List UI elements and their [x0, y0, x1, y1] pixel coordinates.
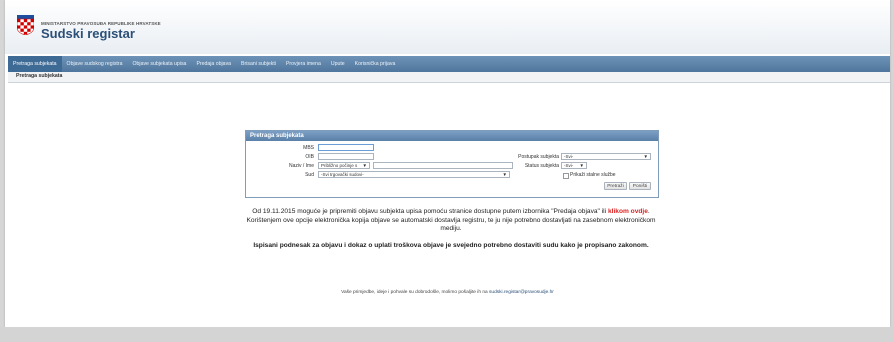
footer-text: Vaše primjedbe, ideje i pohvale su dobro…: [341, 290, 490, 295]
chevron-down-icon: ▼: [502, 172, 507, 177]
notice-text: Od 19.11.2015 moguće je pripremiti objav…: [235, 208, 667, 234]
show-branches-label: Prikaži stalne službe: [570, 172, 616, 178]
oib-label: OIB: [305, 154, 314, 160]
chevron-down-icon: ▼: [643, 154, 648, 159]
mbs-input[interactable]: [318, 144, 374, 151]
page: MINISTARSTVO PRAVOSUĐA REPUBLIKE HRVATSK…: [5, 0, 890, 327]
nav-item-predaja-objava[interactable]: Predaja objava: [191, 56, 236, 72]
nav-item-brisani-subjekti[interactable]: Brisani subjekti: [236, 56, 281, 72]
status-label: Status subjekta: [524, 163, 559, 169]
postupak-select[interactable]: -Svi- ▼: [561, 153, 651, 160]
naziv-mode-select[interactable]: Približno počinje s ▼: [318, 162, 370, 169]
nav-item-korisnicka-prijava[interactable]: Korisnička prijava: [350, 56, 401, 72]
status-value: -Svi-: [564, 163, 574, 168]
sud-select[interactable]: -Svi trgovački sudovi- ▼: [318, 171, 510, 178]
status-select[interactable]: -Svi- ▼: [561, 162, 587, 169]
naziv-label: Naziv / Ime: [288, 163, 314, 169]
croatian-coat-of-arms-icon: [17, 15, 34, 35]
header: MINISTARSTVO PRAVOSUĐA REPUBLIKE HRVATSK…: [5, 0, 890, 54]
nav-item-upute[interactable]: Upute: [326, 56, 350, 72]
nav-item-pretraga[interactable]: Pretraga subjekata: [8, 56, 62, 72]
notice-bold: Ispisani podnesak za objavu i dokaz o up…: [253, 242, 649, 249]
click-here-link[interactable]: klikom ovdje: [608, 208, 648, 215]
sud-label: Sud: [305, 172, 314, 178]
show-branches-checkbox[interactable]: [563, 173, 569, 179]
search-panel: Pretraga subjekata MBS OIB Naziv / Ime P…: [245, 130, 659, 198]
reset-button[interactable]: Poništi: [629, 182, 651, 190]
footer: Vaše primjedbe, ideje i pohvale su dobro…: [5, 290, 890, 295]
mbs-label: MBS: [303, 145, 314, 151]
bottom-bar: [0, 327, 893, 342]
postupak-label: Postupak subjekta: [518, 154, 559, 160]
nav-item-objave-subjekata-upisa[interactable]: Objave subjekata upisa: [128, 56, 192, 72]
postupak-value: -Svi-: [564, 154, 574, 159]
oib-input[interactable]: [318, 153, 374, 160]
footer-email-link[interactable]: sudski.registar@pravosudje.hr: [489, 290, 554, 295]
chevron-down-icon: ▼: [362, 163, 367, 168]
main-nav: Pretraga subjekata Objave sudskog regist…: [8, 56, 890, 72]
breadcrumb: Pretraga subjekata: [16, 73, 63, 79]
breadcrumb-bar: Pretraga subjekata: [8, 72, 890, 83]
naziv-mode-value: Približno počinje s: [321, 163, 358, 168]
notice-part1: Od 19.11.2015 moguće je pripremiti objav…: [252, 208, 608, 215]
chevron-down-icon: ▼: [579, 163, 584, 168]
app-title[interactable]: Sudski registar: [41, 26, 135, 41]
sud-value: -Svi trgovački sudovi-: [321, 172, 364, 177]
nav-item-objave-sudskog-registra[interactable]: Objave sudskog registra: [62, 56, 128, 72]
search-panel-title: Pretraga subjekata: [246, 131, 658, 141]
nav-item-provjera-imena[interactable]: Provjera imena: [281, 56, 326, 72]
naziv-input[interactable]: [373, 162, 513, 169]
search-button[interactable]: Pretraži: [604, 182, 627, 190]
